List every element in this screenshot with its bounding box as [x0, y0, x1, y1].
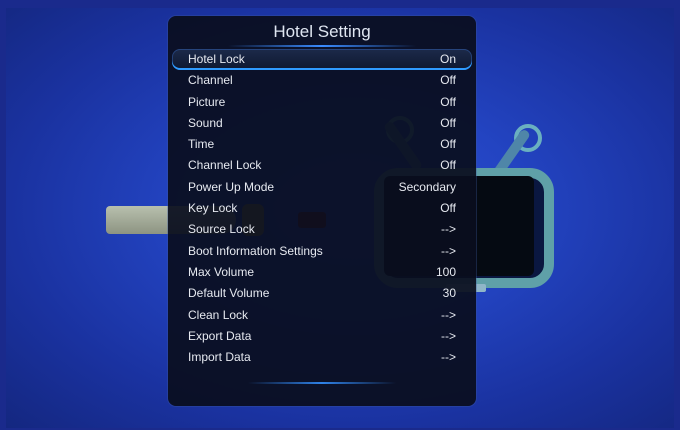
- menu-item-value: Off: [440, 94, 456, 109]
- menu-item-label: Import Data: [188, 350, 251, 365]
- menu-item-label: Channel: [188, 73, 233, 88]
- menu-item-value: 30: [442, 286, 456, 301]
- menu-item-value: -->: [441, 243, 456, 258]
- menu-item-value: -->: [441, 222, 456, 237]
- title-underline: [228, 45, 416, 47]
- menu-item-sound[interactable]: Sound Off: [172, 113, 472, 134]
- menu-item-channel-lock[interactable]: Channel Lock Off: [172, 155, 472, 176]
- menu-item-value: Secondary: [398, 179, 456, 194]
- menu-item-import-data[interactable]: Import Data -->: [172, 347, 472, 368]
- menu-item-default-volume[interactable]: Default Volume 30: [172, 283, 472, 304]
- menu-item-label: Source Lock: [188, 222, 255, 237]
- menu-item-value: On: [439, 52, 456, 66]
- menu-item-export-data[interactable]: Export Data -->: [172, 326, 472, 347]
- menu-item-picture[interactable]: Picture Off: [172, 92, 472, 113]
- menu-item-label: Clean Lock: [188, 307, 249, 322]
- menu-item-label: Export Data: [188, 328, 252, 343]
- hotel-setting-menu: Hotel Setting Hotel Lock On Channel Off …: [168, 16, 476, 406]
- menu-item-max-volume[interactable]: Max Volume 100: [172, 262, 472, 283]
- menu-bottom-divider: [248, 382, 396, 384]
- menu-item-source-lock[interactable]: Source Lock -->: [172, 219, 472, 240]
- menu-item-label: Default Volume: [188, 286, 270, 301]
- menu-item-hotel-lock[interactable]: Hotel Lock On: [172, 49, 472, 71]
- menu-item-value: Off: [440, 73, 456, 88]
- menu-item-value: Off: [440, 201, 456, 216]
- menu-item-value: Off: [440, 158, 456, 173]
- menu-item-label: Channel Lock: [188, 158, 262, 173]
- menu-item-value: -->: [441, 328, 456, 343]
- menu-item-label: Sound: [188, 115, 223, 130]
- menu-item-label: Hotel Lock: [188, 52, 245, 66]
- menu-item-label: Key Lock: [188, 201, 238, 216]
- menu-item-label: Power Up Mode: [188, 179, 275, 194]
- menu-item-key-lock[interactable]: Key Lock Off: [172, 198, 472, 219]
- menu-item-label: Max Volume: [188, 264, 255, 279]
- menu-item-value: 100: [435, 264, 456, 279]
- menu-item-value: -->: [441, 307, 456, 322]
- menu-item-time[interactable]: Time Off: [172, 134, 472, 155]
- menu-title: Hotel Setting: [273, 22, 371, 41]
- menu-item-label: Time: [188, 137, 215, 152]
- menu-item-channel[interactable]: Channel Off: [172, 70, 472, 91]
- menu-item-value: Off: [440, 137, 456, 152]
- menu-item-label: Picture: [188, 94, 226, 109]
- menu-list: Hotel Lock On Channel Off Picture Off So…: [172, 49, 472, 368]
- menu-item-clean-lock[interactable]: Clean Lock -->: [172, 305, 472, 326]
- menu-item-boot-information-settings[interactable]: Boot Information Settings -->: [172, 241, 472, 262]
- menu-item-label: Boot Information Settings: [188, 243, 323, 258]
- menu-item-value: Off: [440, 115, 456, 130]
- menu-item-value: -->: [441, 350, 456, 365]
- menu-item-power-up-mode[interactable]: Power Up Mode Secondary: [172, 177, 472, 198]
